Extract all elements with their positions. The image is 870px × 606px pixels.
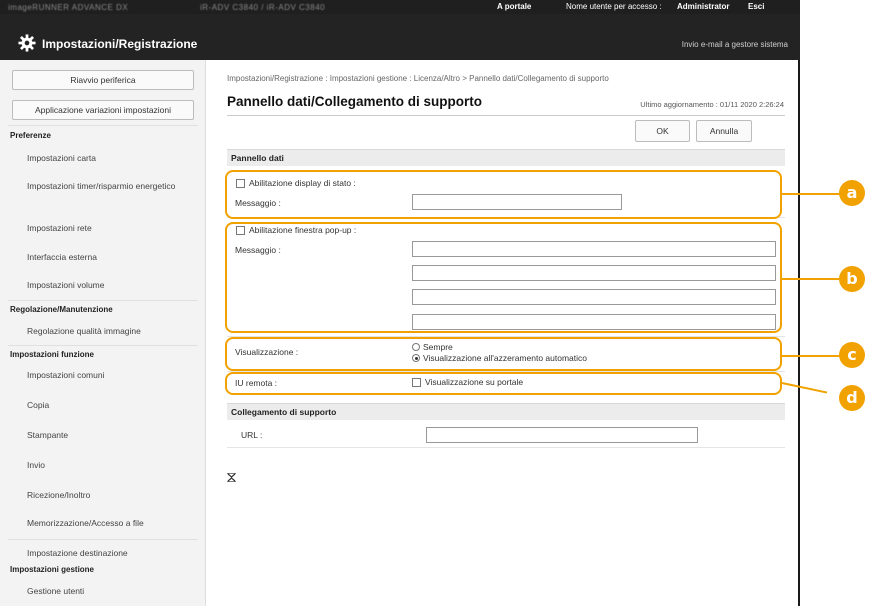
user-name: Administrator: [677, 2, 730, 11]
sidebar-item-store-access[interactable]: Memorizzazione/Accesso a file: [27, 516, 144, 530]
sidebar-item-network[interactable]: Impostazioni rete: [27, 221, 92, 235]
divider: [8, 539, 198, 540]
callout-box-a: [225, 170, 782, 219]
sidebar-item-users[interactable]: Gestione utenti: [27, 584, 84, 598]
sidebar: Riavvio periferica Applicazione variazio…: [0, 60, 206, 606]
divider: [8, 300, 198, 301]
callout-line-c: [782, 355, 840, 357]
url-label: URL :: [241, 430, 263, 440]
sidebar-item-printer[interactable]: Stampante: [27, 428, 68, 442]
sidebar-item-timer[interactable]: Impostazioni timer/risparmio energetico: [27, 179, 177, 193]
sidebar-item-send[interactable]: Invio: [27, 458, 45, 472]
url-input[interactable]: [426, 427, 698, 443]
section-heading: Collegamento di supporto: [227, 403, 785, 420]
callout-badge-c: c: [839, 342, 865, 368]
sidebar-item-copy[interactable]: Copia: [27, 398, 49, 412]
callout-box-d: [225, 372, 782, 395]
divider: [227, 115, 785, 116]
header-title: Impostazioni/Registrazione: [42, 37, 198, 51]
gear-icon: [18, 34, 36, 52]
logout-link[interactable]: Esci: [748, 2, 764, 11]
collapse-arrows-icon[interactable]: [227, 473, 236, 482]
mail-admin-link[interactable]: Invio e-mail a gestore sistema: [682, 40, 788, 49]
sidebar-item-receive[interactable]: Ricezione/Inoltro: [27, 488, 90, 502]
divider: [8, 125, 198, 126]
callout-badge-b: b: [839, 266, 865, 292]
sidebar-item-volume[interactable]: Impostazioni volume: [27, 278, 104, 292]
apply-changes-button[interactable]: Applicazione variazioni impostazioni: [12, 100, 194, 120]
top-bar: imageRUNNER ADVANCE DX iR-ADV C3840 / iR…: [0, 0, 800, 14]
section-heading: Pannello dati: [227, 149, 785, 166]
main-content: Impostazioni/Registrazione : Impostazion…: [207, 60, 798, 606]
sidebar-section-title: Impostazioni funzione: [10, 350, 94, 359]
callout-badge-a: a: [839, 180, 865, 206]
sidebar-item-destination[interactable]: Impostazione destinazione: [27, 546, 128, 560]
sidebar-section-title: Impostazioni gestione: [10, 565, 95, 574]
callout-box-c: [225, 337, 782, 371]
sidebar-item-paper[interactable]: Impostazioni carta: [27, 151, 96, 165]
user-label: Nome utente per accesso :: [566, 2, 662, 11]
last-updated: Ultimo aggiornamento : 01/11 2020 2:26:2…: [640, 100, 784, 109]
page-header: Impostazioni/Registrazione Invio e-mail …: [0, 14, 800, 60]
ok-button[interactable]: OK: [635, 120, 690, 142]
sidebar-section-title: Regolazione/Manutenzione: [10, 305, 113, 314]
portal-link[interactable]: A portale: [497, 2, 531, 11]
callout-badge-d: d: [839, 385, 865, 411]
sidebar-item-interface[interactable]: Interfaccia esterna: [27, 250, 97, 264]
device-info: iR-ADV C3840 / iR-ADV C3840: [200, 3, 326, 12]
divider: [8, 345, 198, 346]
sidebar-item-common[interactable]: Impostazioni comuni: [27, 368, 104, 382]
page-title: Pannello dati/Collegamento di supporto: [227, 94, 483, 109]
sidebar-item-image-quality[interactable]: Regolazione qualità immagine: [27, 324, 141, 338]
divider: [227, 447, 785, 448]
callout-line-a: [782, 193, 840, 195]
cancel-button[interactable]: Annulla: [696, 120, 752, 142]
device-name: imageRUNNER ADVANCE DX: [8, 3, 129, 12]
callout-box-b: [225, 222, 782, 333]
restart-device-button[interactable]: Riavvio periferica: [12, 70, 194, 90]
callout-line-b: [782, 278, 840, 280]
breadcrumb: Impostazioni/Registrazione : Impostazion…: [227, 74, 609, 83]
sidebar-section-title: Preferenze: [10, 131, 51, 140]
